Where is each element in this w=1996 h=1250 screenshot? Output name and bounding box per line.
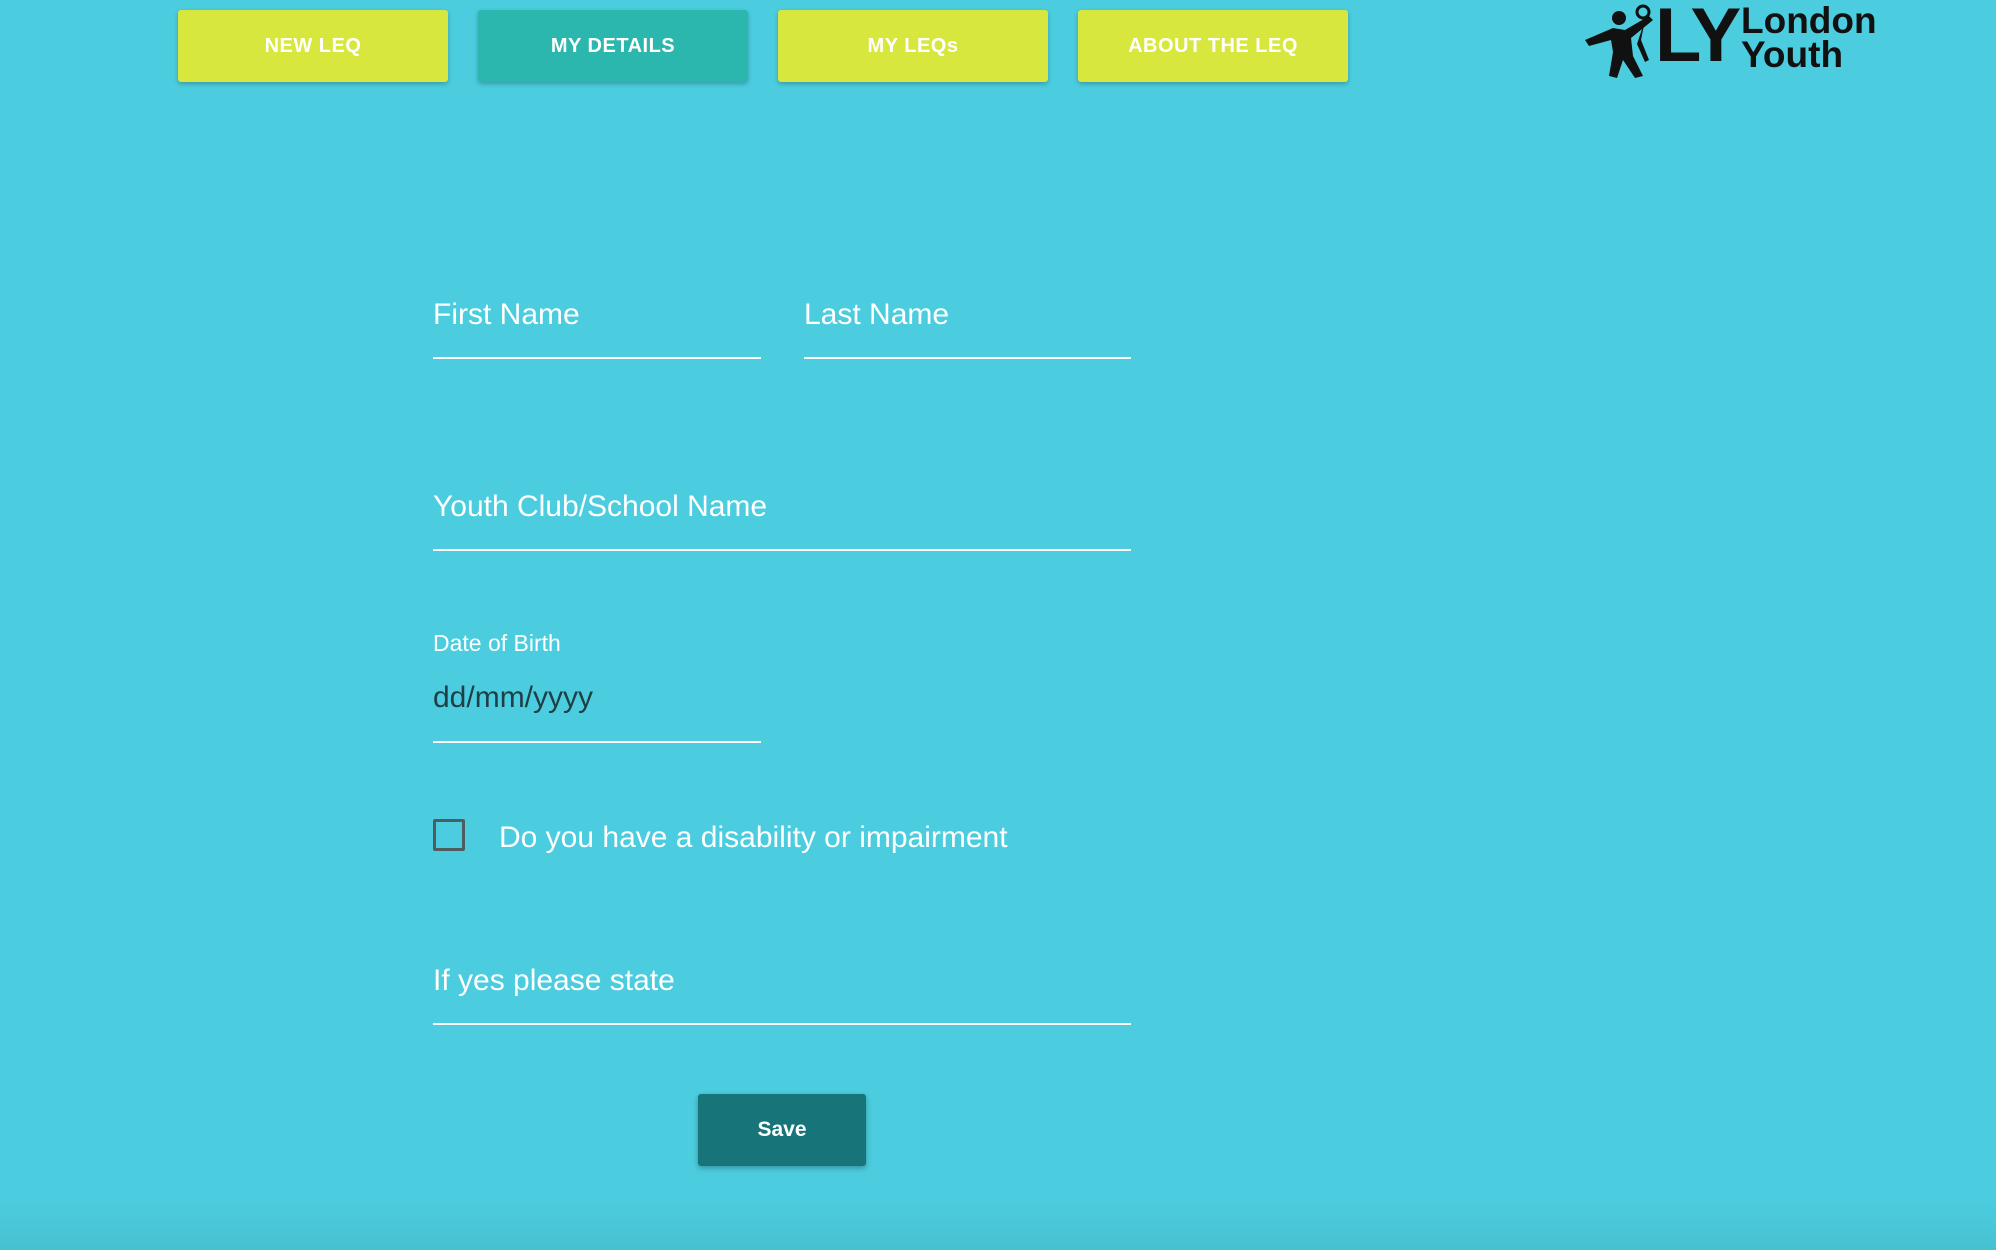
save-button[interactable]: Save xyxy=(698,1094,866,1166)
disability-details-field xyxy=(433,951,1131,1025)
date-of-birth-field: Date of Birth xyxy=(433,620,761,743)
club-school-input[interactable] xyxy=(433,487,1131,527)
nav-about-leq-button[interactable]: ABOUT THE LEQ xyxy=(1078,10,1348,82)
london-youth-logo: LY London Youth xyxy=(1583,0,1883,80)
last-name-field xyxy=(804,285,1131,359)
people-figure-icon xyxy=(1585,4,1653,78)
club-school-field xyxy=(433,477,1131,551)
nav-my-details-button[interactable]: MY DETAILS xyxy=(478,10,748,82)
logo-mark: LY xyxy=(1655,0,1741,78)
page-bottom-shade xyxy=(0,1200,1996,1250)
disability-checkbox[interactable] xyxy=(433,819,465,851)
logo-wordmark: London Youth xyxy=(1741,0,1877,75)
nav-new-leq-button[interactable]: NEW LEQ xyxy=(178,10,448,82)
first-name-field xyxy=(433,285,761,359)
disability-details-input[interactable] xyxy=(433,961,1131,1001)
nav-my-leqs-button[interactable]: MY LEQs xyxy=(778,10,1048,82)
disability-checkbox-row: Do you have a disability or impairment xyxy=(433,815,1008,855)
disability-checkbox-label[interactable]: Do you have a disability or impairment xyxy=(499,821,1008,855)
logo-line-2: Youth xyxy=(1741,34,1844,75)
logo-line-1: London xyxy=(1741,0,1877,41)
last-name-input[interactable] xyxy=(804,295,1131,335)
date-of-birth-label: Date of Birth xyxy=(433,630,561,656)
date-of-birth-input[interactable] xyxy=(433,678,761,718)
first-name-input[interactable] xyxy=(433,295,761,335)
